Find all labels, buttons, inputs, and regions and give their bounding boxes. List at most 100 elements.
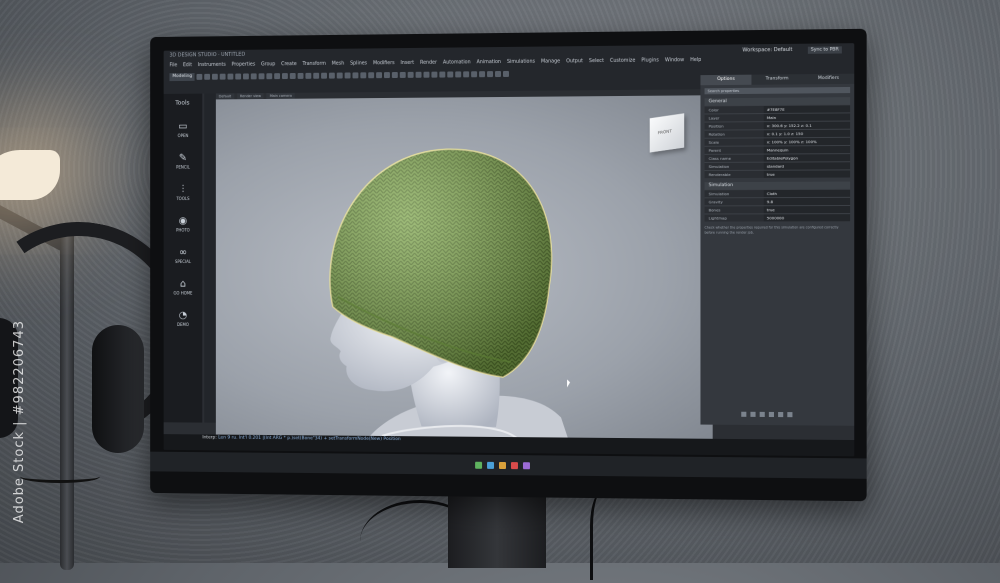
property-value[interactable]: x: 0.1 y: 1.0 z: 150 — [764, 130, 850, 138]
mode-selector[interactable]: Modeling — [169, 73, 195, 81]
toolbar-button[interactable] — [503, 71, 509, 77]
toolbar-button[interactable] — [205, 74, 211, 80]
toolbar-button[interactable] — [464, 71, 470, 77]
tool-special[interactable]: ∞ SPECIAL — [164, 247, 203, 264]
menu-item-modifiers[interactable]: Modifiers — [373, 58, 395, 69]
menu-item-edit[interactable]: Edit — [183, 60, 192, 71]
menu-item-select[interactable]: Select — [589, 56, 604, 67]
property-value[interactable]: true — [764, 206, 850, 213]
taskbar-app-icon[interactable] — [487, 461, 494, 468]
toolbar-button[interactable] — [220, 74, 226, 80]
properties-search[interactable]: Search properties — [705, 87, 851, 94]
footer-icon[interactable] — [787, 412, 792, 417]
mannequin-with-beanie[interactable] — [216, 95, 713, 449]
menu-item-simulations[interactable]: Simulations — [507, 57, 535, 68]
toolbar-button[interactable] — [236, 74, 242, 80]
footer-icon[interactable] — [778, 412, 783, 417]
menu-item-file[interactable]: File — [169, 60, 177, 71]
tab-transform[interactable]: Transform — [751, 74, 802, 85]
toolbar-button[interactable] — [244, 73, 250, 79]
toolbar-button[interactable] — [448, 71, 454, 77]
tab-options[interactable]: Options — [700, 75, 751, 86]
tool-pencil[interactable]: ✎ PENCIL — [164, 153, 203, 170]
menu-item-transform[interactable]: Transform — [303, 59, 326, 70]
property-value[interactable]: standard — [764, 162, 850, 170]
property-value[interactable]: 5000000 — [764, 214, 850, 221]
tool-go-home[interactable]: ⌂ GO HOME — [164, 279, 203, 296]
menu-item-help[interactable]: Help — [690, 55, 701, 66]
toolbar-button[interactable] — [290, 73, 296, 79]
toolbar-button[interactable] — [212, 74, 218, 80]
toolbar-button[interactable] — [472, 71, 478, 77]
footer-icon[interactable] — [741, 412, 746, 417]
toolbar-button[interactable] — [298, 73, 304, 79]
property-value[interactable]: 9.8 — [764, 198, 850, 205]
tab-modifiers[interactable]: Modifiers — [803, 74, 855, 85]
menu-item-manage[interactable]: Manage — [541, 56, 560, 67]
footer-icon[interactable] — [769, 412, 774, 417]
toolbar-button[interactable] — [369, 72, 375, 78]
toolbar-button[interactable] — [329, 73, 335, 79]
menu-item-plugins[interactable]: Plugins — [641, 55, 658, 66]
toolbar-button[interactable] — [345, 72, 351, 78]
toolbar-button[interactable] — [337, 73, 343, 79]
tool-tools[interactable]: ⫶ TOOLS — [164, 184, 203, 201]
footer-icon[interactable] — [760, 412, 765, 417]
toolbar-button[interactable] — [424, 72, 430, 78]
toolbar-button[interactable] — [408, 72, 414, 78]
menu-item-animation[interactable]: Animation — [477, 57, 501, 68]
taskbar-app-icon[interactable] — [510, 462, 517, 469]
property-value[interactable]: Main — [764, 113, 850, 121]
toolbar-button[interactable] — [480, 71, 486, 77]
toolbar-button[interactable] — [353, 72, 359, 78]
toolbar-button[interactable] — [432, 72, 438, 78]
toolbar-button[interactable] — [322, 73, 328, 79]
toolbar-button[interactable] — [259, 73, 265, 79]
menu-item-customize[interactable]: Customize — [610, 56, 635, 67]
menu-item-properties[interactable]: Properties — [232, 60, 256, 71]
sync-button[interactable]: Sync to PBR — [808, 46, 842, 53]
menu-item-insert[interactable]: Insert — [400, 58, 414, 69]
toolbar-button[interactable] — [282, 73, 288, 79]
toolbar-button[interactable] — [456, 71, 462, 77]
menu-item-render[interactable]: Render — [420, 58, 437, 69]
property-value[interactable]: true — [764, 170, 850, 177]
toolbar-button[interactable] — [197, 74, 203, 80]
toolbar-button[interactable] — [275, 73, 281, 79]
3d-viewport[interactable]: FRONT — [216, 95, 713, 449]
footer-icon[interactable] — [750, 412, 755, 417]
toolbar-button[interactable] — [392, 72, 398, 78]
toolbar-button[interactable] — [416, 72, 422, 78]
toolbar-button[interactable] — [251, 73, 257, 79]
taskbar-app-icon[interactable] — [522, 462, 529, 469]
property-value[interactable]: x: 100% y: 100% z: 100% — [764, 138, 850, 146]
taskbar-app-icon[interactable] — [475, 461, 482, 468]
menu-item-mesh[interactable]: Mesh — [332, 59, 344, 70]
menu-item-splines[interactable]: Splines — [350, 58, 367, 69]
tool-open[interactable]: ▭ OPEN — [164, 121, 203, 138]
tool-demo[interactable]: ◔ DEMO — [164, 310, 203, 327]
toolbar-button[interactable] — [306, 73, 312, 79]
taskbar-app-icon[interactable] — [499, 461, 506, 468]
menu-item-instruments[interactable]: Instruments — [198, 60, 226, 71]
toolbar-button[interactable] — [384, 72, 390, 78]
toolbar-button[interactable] — [314, 73, 320, 79]
toolbar-button[interactable] — [228, 74, 234, 80]
property-value[interactable]: x: 300.6 y: 152.2 z: 0.1 — [764, 122, 850, 130]
menu-item-create[interactable]: Create — [281, 59, 297, 70]
property-value[interactable]: Mannequin — [764, 146, 850, 154]
property-value[interactable]: Cloth — [764, 190, 850, 197]
toolbar-button[interactable] — [496, 71, 502, 77]
toolbar-button[interactable] — [377, 72, 383, 78]
menu-item-output[interactable]: Output — [566, 56, 583, 67]
property-value[interactable]: #7E8F7E — [764, 105, 850, 113]
toolbar-button[interactable] — [400, 72, 406, 78]
toolbar-button[interactable] — [488, 71, 494, 77]
menu-item-automation[interactable]: Automation — [443, 57, 471, 68]
menu-item-group[interactable]: Group — [261, 59, 275, 70]
toolbar-button[interactable] — [267, 73, 273, 79]
toolbar-button[interactable] — [440, 72, 446, 78]
toolbar-button[interactable] — [361, 72, 367, 78]
menu-item-window[interactable]: Window — [665, 55, 684, 66]
property-value[interactable]: EditablePolygon — [764, 154, 850, 162]
